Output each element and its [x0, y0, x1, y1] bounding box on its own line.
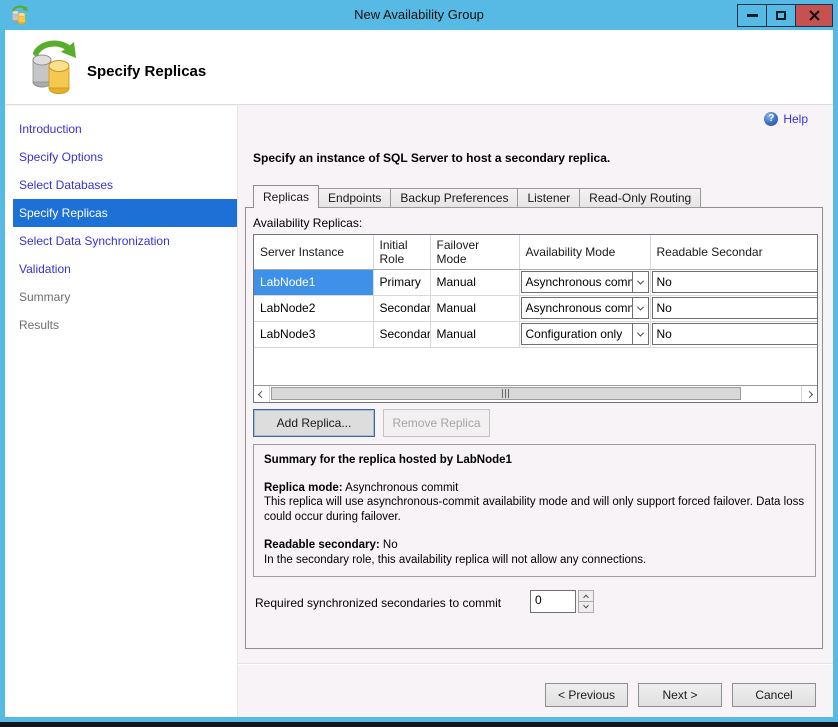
sidebar-item-select-data-synchronization[interactable]: Select Data Synchronization — [13, 227, 237, 255]
remove-replica-button: Remove Replica — [383, 409, 490, 437]
dialog-window: New Availability Group — [0, 0, 838, 722]
col-failover-mode: Failover Mode — [430, 235, 519, 269]
chevron-right-icon — [806, 390, 813, 397]
replica-mode-label: Replica mode: — [264, 482, 343, 494]
table-row[interactable]: LabNode1 Primary Manual Asynchronous com… — [254, 269, 817, 295]
maximize-button[interactable] — [766, 4, 796, 27]
tab-endpoints[interactable]: Endpoints — [318, 188, 391, 208]
readable-secondary-dropdown[interactable]: No — [652, 271, 818, 293]
cell-availability-mode: Asynchronous commit — [519, 295, 650, 321]
required-secondaries-label: Required synchronized secondaries to com… — [255, 596, 501, 610]
footer-divider — [238, 663, 833, 665]
grid-caption: Availability Replicas: — [253, 216, 362, 230]
chevron-down-icon[interactable] — [632, 298, 648, 318]
cancel-button[interactable]: Cancel — [732, 683, 816, 707]
tab-strip: Replicas Endpoints Backup Preferences Li… — [253, 185, 701, 208]
scroll-right-button[interactable] — [801, 386, 817, 402]
summary-title: Summary for the replica hosted by LabNod… — [264, 454, 512, 466]
minimize-icon — [747, 14, 758, 17]
sidebar-item-specify-options[interactable]: Specify Options — [13, 143, 237, 171]
tab-replicas[interactable]: Replicas — [253, 185, 319, 208]
next-button[interactable]: Next > — [638, 683, 722, 707]
horizontal-scrollbar[interactable] — [254, 385, 817, 402]
secondaries-spinner: 0 — [530, 590, 594, 613]
tab-backup-preferences[interactable]: Backup Preferences — [390, 188, 518, 208]
add-replica-button[interactable]: Add Replica... — [253, 409, 375, 437]
sidebar-item-select-databases[interactable]: Select Databases — [13, 171, 237, 199]
cell-server-instance[interactable]: LabNode2 — [254, 295, 373, 321]
chevron-down-icon — [583, 603, 589, 609]
cell-readable-secondary: No — [650, 295, 817, 321]
maximize-icon — [776, 11, 786, 20]
replicas-tab-panel: Availability Replicas: Server Instance I… — [245, 207, 823, 649]
col-initial-role: Initial Role — [373, 235, 430, 269]
sidebar-item-results: Results — [13, 311, 237, 339]
cell-readable-secondary: No — [650, 269, 817, 295]
help-icon: ? — [764, 112, 778, 126]
wizard-steps-sidebar: Introduction Specify Options Select Data… — [5, 106, 238, 717]
col-readable-secondary: Readable Secondar — [650, 235, 817, 269]
grid-header-row: Server Instance Initial Role Failover Mo… — [254, 235, 817, 269]
sidebar-item-introduction[interactable]: Introduction — [13, 115, 237, 143]
title-bar[interactable]: New Availability Group — [0, 0, 838, 30]
cell-readable-secondary: No — [650, 321, 817, 347]
sidebar-item-summary: Summary — [13, 283, 237, 311]
sidebar-item-validation[interactable]: Validation — [13, 255, 237, 283]
cell-failover-mode: Manual — [430, 321, 519, 347]
table-row[interactable]: LabNode2 Secondary Manual Asynchronous c… — [254, 295, 817, 321]
main-pane: ? Help Specify an instance of SQL Server… — [238, 106, 833, 717]
minimize-button[interactable] — [737, 4, 767, 27]
desktop-edge — [0, 722, 838, 727]
wizard-header: Specify Replicas — [5, 30, 833, 105]
scrollbar-thumb[interactable] — [271, 387, 741, 400]
replica-mode-value: Asynchronous commit — [345, 482, 458, 494]
instruction-text: Specify an instance of SQL Server to hos… — [253, 151, 610, 165]
chevron-down-icon[interactable] — [632, 272, 648, 292]
availability-mode-dropdown[interactable]: Asynchronous commit — [521, 297, 649, 319]
cell-server-instance[interactable]: LabNode3 — [254, 321, 373, 347]
close-icon — [809, 10, 820, 21]
col-availability-mode: Availability Mode — [519, 235, 650, 269]
availability-mode-dropdown[interactable]: Configuration only — [521, 323, 649, 345]
cell-failover-mode: Manual — [430, 295, 519, 321]
readable-secondary-label: Readable secondary: — [264, 539, 380, 551]
replica-summary-box: Summary for the replica hosted by LabNod… — [253, 444, 816, 577]
scroll-left-button[interactable] — [254, 386, 270, 402]
chevron-up-icon — [583, 595, 589, 601]
cell-availability-mode: Configuration only — [519, 321, 650, 347]
cell-availability-mode: Asynchronous commit — [519, 269, 650, 295]
cell-server-instance[interactable]: LabNode1 — [254, 269, 373, 295]
secondaries-spinner-input[interactable]: 0 — [530, 590, 576, 613]
replica-databases-icon — [27, 37, 79, 97]
readable-secondary-dropdown[interactable]: No — [652, 297, 818, 319]
readable-secondary-value: No — [383, 539, 398, 551]
help-label: Help — [783, 112, 808, 126]
cell-initial-role: Secondary — [373, 295, 430, 321]
table-row[interactable]: LabNode3 Secondary Manual Configuration … — [254, 321, 817, 347]
dialog-client-area: Specify Replicas Introduction Specify Op… — [5, 30, 833, 717]
spinner-down-button[interactable] — [579, 601, 593, 612]
cell-failover-mode: Manual — [430, 269, 519, 295]
window-title: New Availability Group — [0, 7, 838, 22]
grip-icon — [502, 389, 510, 398]
availability-replicas-grid: Server Instance Initial Role Failover Mo… — [253, 234, 818, 403]
sidebar-item-specify-replicas[interactable]: Specify Replicas — [13, 199, 237, 227]
chevron-left-icon — [258, 390, 265, 397]
cell-initial-role: Primary — [373, 269, 430, 295]
previous-button[interactable]: < Previous — [545, 683, 628, 707]
replica-mode-description: This replica will use asynchronous-commi… — [264, 495, 805, 524]
availability-mode-dropdown[interactable]: Asynchronous commit — [521, 271, 649, 293]
readable-secondary-dropdown[interactable]: No — [652, 323, 818, 345]
close-button[interactable] — [795, 4, 833, 27]
help-link[interactable]: ? Help — [764, 112, 808, 126]
cell-initial-role: Secondary — [373, 321, 430, 347]
tab-read-only-routing[interactable]: Read-Only Routing — [579, 188, 701, 208]
readable-secondary-description: In the secondary role, this availability… — [264, 553, 805, 568]
chevron-down-icon[interactable] — [632, 324, 648, 344]
page-title: Specify Replicas — [87, 63, 206, 80]
col-server-instance: Server Instance — [254, 235, 373, 269]
spinner-up-button[interactable] — [579, 591, 593, 601]
tab-listener[interactable]: Listener — [517, 188, 580, 208]
